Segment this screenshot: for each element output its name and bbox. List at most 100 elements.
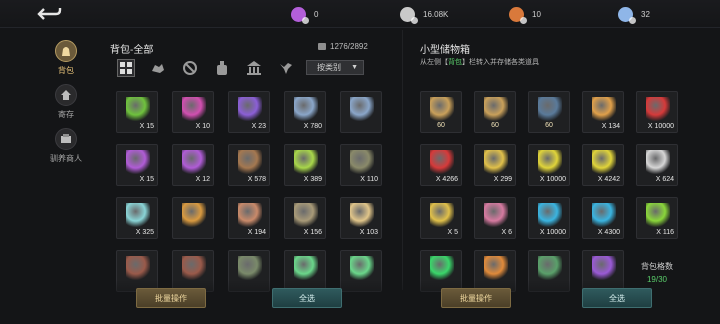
filter-building[interactable]: [238, 58, 270, 78]
storage-select-all-button[interactable]: 全选: [582, 288, 652, 308]
filter-all[interactable]: [110, 58, 142, 78]
item-count: X 5: [447, 229, 458, 236]
subtitle-highlight: 背包: [448, 59, 462, 66]
item-count: X 23: [251, 123, 266, 130]
red-powder-icon: [646, 97, 670, 121]
item-slot[interactable]: X 156: [284, 197, 326, 239]
green-seal-icon: [538, 256, 562, 280]
item-slot[interactable]: X 12: [172, 144, 214, 186]
category-filters: [110, 58, 302, 78]
item-slot[interactable]: X 134: [582, 91, 624, 133]
filter-potion[interactable]: [206, 58, 238, 78]
item-slot[interactable]: X 10000: [528, 197, 570, 239]
item-slot[interactable]: [172, 197, 214, 239]
item-level: 60: [491, 122, 499, 129]
purple-gem-icon: [291, 6, 309, 24]
nav-label: 驯养商人: [50, 154, 82, 163]
green-ore-icon: [294, 150, 318, 174]
item-slot[interactable]: X 325: [116, 197, 158, 239]
bag-capacity: 1276/2892: [318, 42, 368, 51]
item-slot[interactable]: [340, 91, 382, 133]
item-slot[interactable]: X 10000: [636, 91, 678, 133]
item-slot[interactable]: X 4266: [420, 144, 462, 186]
nav-item-merchant[interactable]: 驯养商人: [40, 128, 92, 164]
item-count: X 10000: [539, 176, 566, 183]
purple-potion-icon: [182, 150, 206, 174]
item-slot[interactable]: X 10000: [528, 144, 570, 186]
green-potion-icon: [646, 203, 670, 227]
currency-value: 32: [641, 9, 650, 19]
item-slot[interactable]: X 110: [340, 144, 382, 186]
red-powder-icon: [430, 150, 454, 174]
gold-vial-icon: [484, 150, 508, 174]
item-slot[interactable]: X 624: [636, 144, 678, 186]
copper-coin-icon: [509, 6, 527, 24]
potion-icon: [217, 61, 227, 75]
crystal-cluster-icon: [294, 97, 318, 121]
item-count: X 4242: [597, 176, 620, 183]
ancient-seal-icon: [430, 97, 454, 121]
ancient-seal-icon: [484, 97, 508, 121]
meat-icon: [126, 256, 150, 280]
yellow-powder-icon: [538, 150, 562, 174]
nav-item-storage[interactable]: 寄存: [40, 84, 92, 120]
back-button[interactable]: [34, 4, 64, 24]
item-slot[interactable]: X 23: [228, 91, 270, 133]
purple-potion-icon: [126, 150, 150, 174]
item-count: X 624: [655, 176, 674, 183]
panel-divider: [402, 30, 403, 290]
currency-1: 16.08K: [400, 5, 449, 24]
storage-batch-button[interactable]: 批量操作: [441, 288, 511, 308]
filter-material[interactable]: [174, 58, 206, 78]
item-slot[interactable]: X 299: [474, 144, 516, 186]
item-slot[interactable]: X 194: [228, 197, 270, 239]
item-level: 60: [545, 122, 553, 129]
currency-value: 16.08K: [423, 9, 449, 19]
filter-pet[interactable]: [270, 58, 302, 78]
item-count: X 134: [601, 123, 620, 130]
flame-feather-icon: [484, 256, 508, 280]
capacity-value: 1276/2892: [330, 42, 368, 51]
house-icon: [55, 84, 77, 106]
orange-potion-icon: [182, 203, 206, 227]
herb-leaf-icon: [126, 97, 150, 121]
item-count: X 10000: [539, 229, 566, 236]
merchant-icon: [55, 128, 77, 150]
gold-potion-icon: [430, 203, 454, 227]
item-slot[interactable]: X 4242: [582, 144, 624, 186]
green-orb-icon: [350, 256, 374, 280]
nav-item-bag[interactable]: 背包: [40, 40, 92, 76]
item-slot[interactable]: X 389: [284, 144, 326, 186]
item-slot[interactable]: X 116: [636, 197, 678, 239]
item-slot[interactable]: X 578: [228, 144, 270, 186]
item-slot[interactable]: X 10: [172, 91, 214, 133]
item-count: X 103: [359, 229, 378, 236]
item-count: X 389: [303, 176, 322, 183]
item-slot[interactable]: 60: [474, 91, 516, 133]
chain-link-icon: [294, 203, 318, 227]
item-count: X 4266: [435, 176, 458, 183]
item-slot[interactable]: X 780: [284, 91, 326, 133]
filter-ore[interactable]: [142, 58, 174, 78]
item-slot[interactable]: X 15: [116, 91, 158, 133]
sort-dropdown[interactable]: 按类别 ▼: [306, 60, 364, 75]
silver-coin-icon: [400, 6, 418, 24]
currency-3: 32: [618, 5, 650, 24]
item-slot[interactable]: X 103: [340, 197, 382, 239]
back-arrow-icon: [37, 8, 62, 20]
bag-select-all-button[interactable]: 全选: [272, 288, 342, 308]
item-slot[interactable]: X 15: [116, 144, 158, 186]
pink-flower-icon: [182, 97, 206, 121]
item-slot[interactable]: 60: [420, 91, 462, 133]
capacity-icon: [318, 43, 326, 50]
dark-ore-icon: [350, 150, 374, 174]
bag-batch-button[interactable]: 批量操作: [136, 288, 206, 308]
bag-title: 背包-全部: [110, 45, 154, 56]
item-count: X 325: [135, 229, 154, 236]
item-slot[interactable]: 60: [528, 91, 570, 133]
item-slot[interactable]: X 6: [474, 197, 516, 239]
item-count: X 12: [195, 176, 210, 183]
triangle-down-icon: ▼: [351, 64, 358, 71]
item-slot[interactable]: X 5: [420, 197, 462, 239]
item-slot[interactable]: X 4300: [582, 197, 624, 239]
